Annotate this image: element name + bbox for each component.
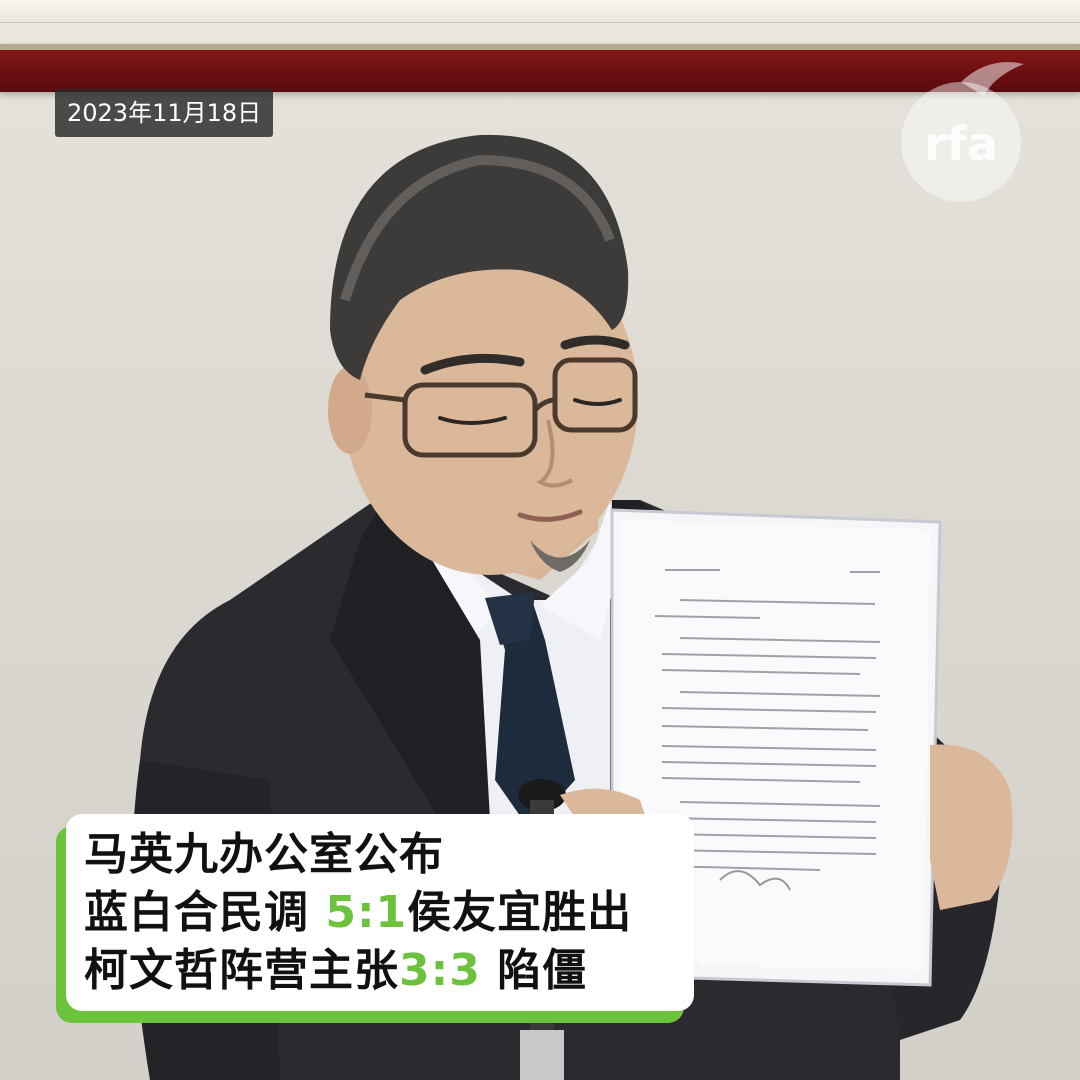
caption-line-3: 柯文哲阵营主张3:3 陷僵 [84, 942, 676, 1000]
caption-line-2-highlight: 5:1 [325, 887, 408, 938]
ear-left [328, 366, 372, 454]
caption-line-2-suffix: 侯友宜胜出 [407, 887, 633, 938]
rfa-logo-text: rfa [924, 117, 998, 171]
date-badge: 2023年11月18日 [55, 89, 274, 137]
caption-line-2-prefix: 蓝白合民调 [84, 887, 326, 938]
caption-line-3-prefix: 柯文哲阵营主张 [84, 945, 399, 996]
caption-line-3-suffix: 陷僵 [480, 945, 588, 996]
caption-line-2: 蓝白合民调 5:1侯友宜胜出 [84, 884, 676, 942]
caption-line-1: 马英九办公室公布 [84, 826, 676, 884]
right-hand [930, 744, 1013, 910]
rfa-logo-icon: rfa [901, 62, 1024, 202]
caption-line-3-highlight: 3:3 [399, 945, 481, 996]
video-frame: 2023年11月18日 rfa 马英九办公室公布 蓝白合民调 5:1侯友宜胜出 … [0, 0, 1080, 1080]
caption-line-1-text: 马英九办公室公布 [84, 829, 444, 880]
caption-box: 马英九办公室公布 蓝白合民调 5:1侯友宜胜出 柯文哲阵营主张3:3 陷僵 [66, 814, 694, 1011]
